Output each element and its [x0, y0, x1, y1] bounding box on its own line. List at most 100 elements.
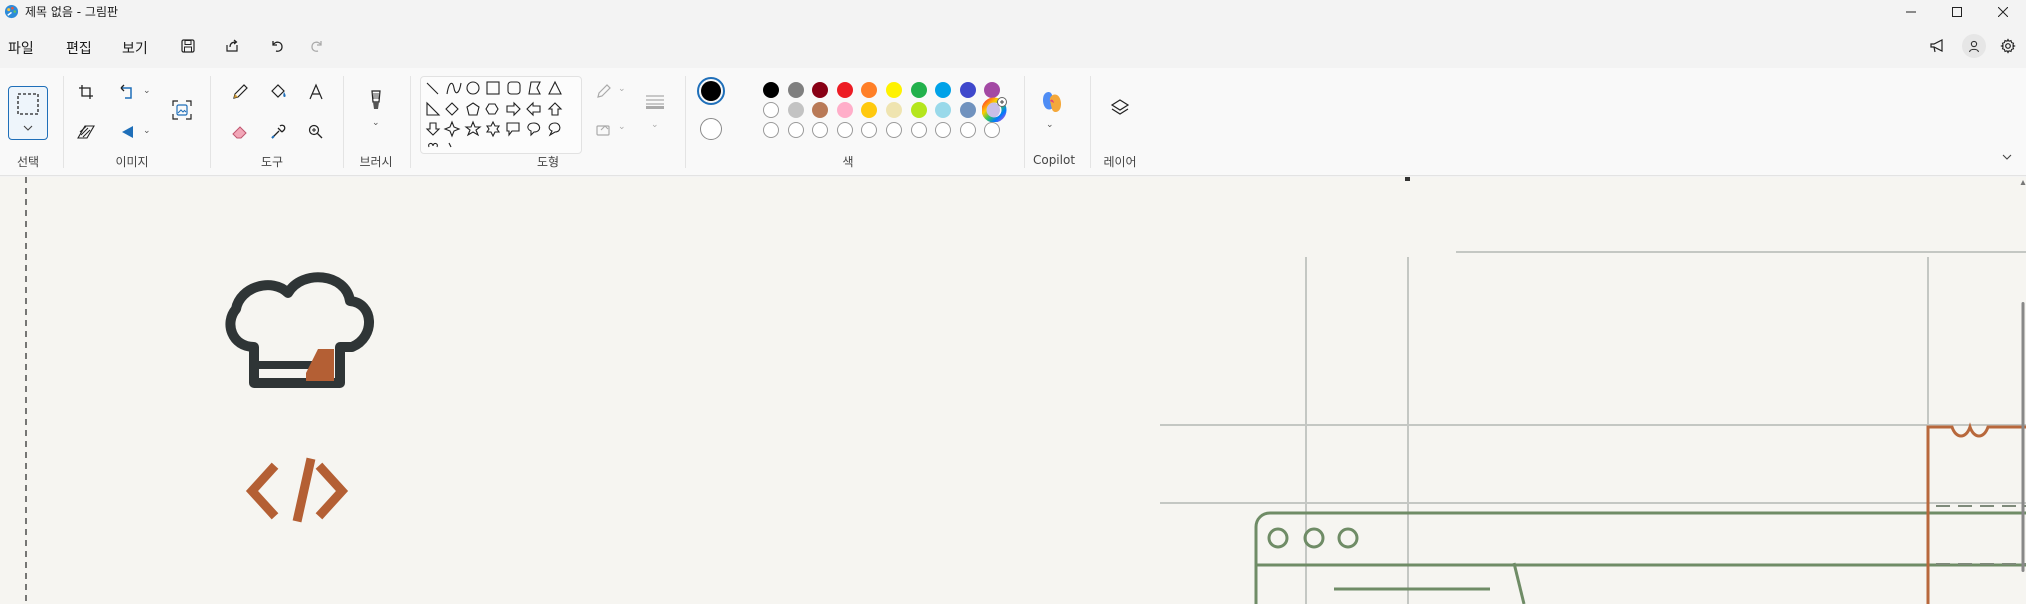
pencil-button[interactable] [228, 80, 252, 104]
group-label-image: 이미지 [115, 155, 149, 169]
edit-colors-button[interactable] [982, 96, 1008, 122]
primary-color[interactable] [697, 77, 725, 105]
custom-color-slot[interactable] [959, 122, 976, 138]
chevron-down-icon[interactable]: ⌄ [618, 122, 626, 132]
color-swatch[interactable] [763, 102, 779, 118]
custom-color-slot[interactable] [836, 122, 853, 138]
color-swatch[interactable] [861, 102, 878, 118]
copilot-icon [1043, 92, 1061, 112]
image-generator-button[interactable] [170, 98, 194, 122]
separator [685, 76, 686, 168]
secondary-color[interactable] [700, 118, 722, 140]
undo-icon [272, 41, 283, 52]
color-swatch[interactable] [959, 102, 976, 118]
copilot-button[interactable] [1038, 88, 1066, 116]
color-swatch[interactable] [910, 82, 927, 98]
menu-edit[interactable]: 편집 [66, 38, 92, 58]
vertical-scrollbar[interactable] [2020, 177, 2026, 604]
outline-button[interactable] [592, 80, 616, 104]
color-swatch[interactable] [812, 102, 829, 118]
custom-color-slot[interactable] [910, 122, 927, 138]
resize-button[interactable] [74, 120, 98, 144]
color-swatch[interactable] [763, 82, 779, 98]
maximize-button[interactable] [1934, 0, 1980, 24]
shape-right-arrow [506, 101, 521, 117]
chevron-down-icon [23, 125, 33, 131]
shape-rounded-callout [506, 122, 520, 137]
settings-button[interactable] [1998, 36, 2018, 56]
announcement-button[interactable] [1928, 36, 1948, 56]
menu-file[interactable]: 파일 [8, 38, 34, 58]
close-button[interactable] [1980, 0, 2026, 24]
fill-button[interactable] [266, 80, 290, 104]
color-swatch[interactable] [910, 102, 927, 118]
color-swatch[interactable] [935, 82, 952, 98]
custom-color-slot[interactable] [935, 122, 952, 138]
stroke-size-icon [646, 95, 664, 109]
flip-button[interactable] [116, 120, 140, 144]
crop-button[interactable] [74, 80, 98, 104]
custom-color-slot[interactable] [787, 122, 804, 138]
ribbon: 선택 ⌄ ⌄ 이미지 도구 ⌄ 브러시 ⌄ ⌄ ⌄ 도형 색 ⌄ Copilot… [0, 68, 2026, 176]
custom-color-slot[interactable] [812, 122, 829, 138]
group-label-brushes: 브러시 [359, 155, 393, 169]
color-swatch[interactable] [836, 102, 853, 118]
save-button[interactable] [178, 36, 198, 56]
chevron-down-icon[interactable]: ⌄ [651, 120, 659, 130]
color-swatch[interactable] [836, 82, 853, 98]
color-swatch[interactable] [861, 82, 878, 98]
minimize-button[interactable] [1888, 0, 1934, 24]
shape-up-arrow [547, 102, 563, 116]
eraser-button[interactable] [228, 120, 252, 144]
chevron-down-icon[interactable]: ⌄ [618, 84, 626, 94]
maximize-icon [1952, 7, 1962, 17]
layers-button[interactable] [1108, 96, 1132, 120]
menu-bar: 파일 편집 보기 [0, 24, 2026, 68]
custom-color-slot[interactable] [763, 122, 779, 138]
magnifier-button[interactable] [304, 120, 328, 144]
color-swatch[interactable] [812, 82, 829, 98]
collapse-ribbon-button[interactable] [1998, 148, 2016, 166]
stroke-size-button[interactable] [643, 90, 667, 114]
custom-color-slot[interactable] [861, 122, 878, 138]
color-wheel-icon [982, 97, 1007, 122]
canvas-image[interactable] [0, 177, 2026, 604]
brushes-button[interactable] [364, 88, 388, 112]
group-label-shapes: 도형 [536, 155, 560, 169]
color-picker-button[interactable] [266, 120, 290, 144]
undo-button[interactable] [267, 36, 287, 56]
chevron-down-icon[interactable]: ⌄ [143, 126, 151, 136]
share-icon [226, 39, 238, 52]
color-swatch[interactable] [935, 102, 952, 118]
color-swatch[interactable] [787, 82, 804, 98]
redo-icon [311, 41, 322, 52]
outline-icon [597, 84, 611, 98]
account-button[interactable] [1962, 34, 1986, 58]
account-icon [1968, 40, 1980, 53]
color-swatch[interactable] [886, 82, 902, 98]
fill-style-button[interactable] [592, 118, 616, 142]
chevron-down-icon[interactable]: ⌄ [143, 86, 151, 96]
text-button[interactable] [304, 80, 328, 104]
color-swatch[interactable] [959, 82, 976, 98]
selection-button[interactable] [8, 86, 48, 140]
color-swatch[interactable] [886, 102, 902, 118]
separator [1024, 76, 1025, 168]
shape-diamond [445, 102, 459, 116]
custom-color-slot[interactable] [886, 122, 902, 138]
shape-rounded-rectangle [507, 81, 521, 95]
shape-lightning [448, 142, 452, 148]
shape-cloud-callout [548, 122, 561, 137]
share-button[interactable] [222, 36, 242, 56]
chevron-down-icon[interactable]: ⌄ [372, 118, 380, 128]
custom-color-slot[interactable] [984, 122, 1001, 138]
menu-view[interactable]: 보기 [122, 38, 148, 58]
title-bar: 제목 없음 - 그림판 [0, 0, 2026, 24]
chevron-down-icon[interactable]: ⌄ [1046, 120, 1054, 130]
redo-button[interactable] [307, 36, 327, 56]
rotate-button[interactable] [116, 80, 140, 104]
canvas-area[interactable] [0, 177, 2026, 604]
chevron-down-icon [2002, 154, 2012, 160]
color-swatch[interactable] [787, 102, 804, 118]
magnifier-icon [308, 124, 323, 139]
